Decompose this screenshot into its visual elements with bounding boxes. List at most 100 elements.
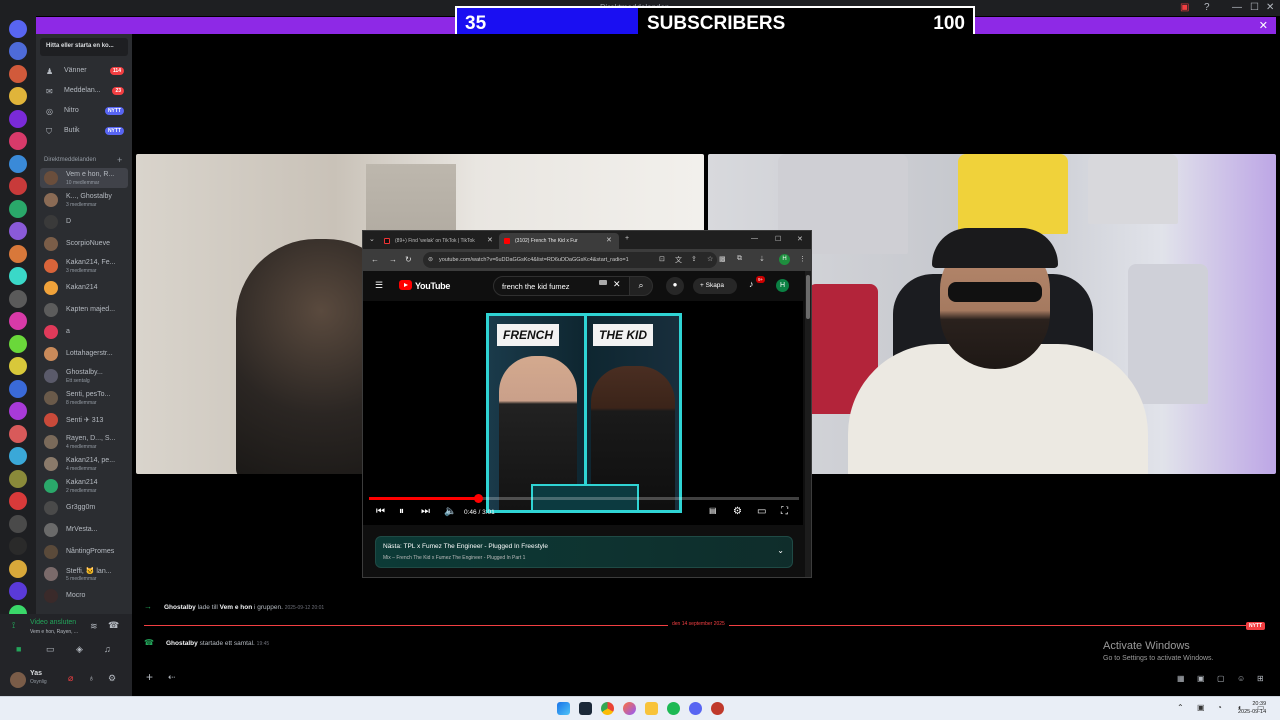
message-user[interactable]: Ghostalby <box>164 604 196 611</box>
pause-icon[interactable]: ⏸ <box>399 506 404 517</box>
share-icon[interactable]: ⇪ <box>691 255 697 263</box>
dm-list-item[interactable]: Kakan214, Fe... 3 medlemmar <box>40 256 128 276</box>
browser-tab-tiktok[interactable]: (89+) Find 'welak' on TikTok | TikTok <box>379 233 497 249</box>
back-icon[interactable]: ← <box>371 255 379 264</box>
server-icon[interactable] <box>9 447 27 465</box>
browser-tab-youtube[interactable]: (3102) French The Kid x Fur <box>499 233 619 249</box>
server-icon[interactable] <box>9 492 27 510</box>
voice-channel[interactable]: Vem e hon, Rayen, ... <box>30 629 78 635</box>
scrollbar-thumb[interactable] <box>806 275 810 319</box>
server-icon[interactable] <box>9 42 27 60</box>
hamburger-menu-icon[interactable]: ☰ <box>375 280 383 291</box>
banner-close-icon[interactable]: ✕ <box>1259 19 1268 32</box>
dm-list-item[interactable]: Steffi, 🐱 lan... 5 medlemmar <box>40 564 128 584</box>
system-clock[interactable]: 20:39 2025-09-14 <box>1238 700 1266 716</box>
sticker-icon[interactable]: ▢ <box>1217 674 1225 683</box>
avatar[interactable] <box>10 672 26 688</box>
dm-list-item[interactable]: Kakan214 2 medlemmar <box>40 476 128 496</box>
inbox-icon[interactable]: ▣ <box>1180 2 1189 13</box>
translate-icon[interactable]: 文 <box>675 255 682 265</box>
sidebar-nav-item[interactable]: ◎ Nitro NYTT <box>40 104 128 120</box>
message-target[interactable]: Vem e hon <box>220 604 253 611</box>
forward-icon[interactable]: → <box>389 255 397 264</box>
tray-app-icon[interactable]: ▣ <box>1197 703 1205 712</box>
settings-icon[interactable]: ⚙ <box>733 506 742 517</box>
screen-share-icon[interactable]: ▭ <box>46 644 55 655</box>
browser-profile-avatar[interactable]: H <box>779 254 790 265</box>
close-window-button[interactable]: ✕ <box>1266 2 1274 13</box>
headphones-icon[interactable]: ♁ <box>88 673 95 683</box>
sidebar-nav-item[interactable]: ⛉ Butik NYTT <box>40 124 128 140</box>
fullscreen-icon[interactable]: ⛶ <box>781 506 788 517</box>
server-icon[interactable] <box>9 537 27 555</box>
volume-icon[interactable]: 🔈 <box>444 506 456 517</box>
dm-list-item[interactable]: D <box>40 212 128 232</box>
file-explorer-icon[interactable] <box>645 702 658 715</box>
browser-window[interactable]: ⌄ (89+) Find 'welak' on TikTok | TikTok … <box>362 230 812 578</box>
server-icon[interactable] <box>9 132 27 150</box>
server-icon[interactable] <box>9 379 27 398</box>
tray-chevron-icon[interactable]: ⌃ <box>1177 703 1184 712</box>
search-icon[interactable]: ⌕ <box>629 276 653 296</box>
apps-icon[interactable]: ⊞ <box>1257 674 1264 683</box>
message-user[interactable]: Ghostalby <box>166 640 198 647</box>
video-player[interactable]: FRENCH THE KID ⏮ ⏸ ⏭ 🔈 0:46 / 3:01 ▤ ⚙ ▭… <box>363 301 803 525</box>
dm-list-item[interactable]: NåntingPromes <box>40 542 128 562</box>
next-icon[interactable]: ⏭ <box>421 506 430 517</box>
steam-icon[interactable] <box>579 702 592 715</box>
server-icon[interactable] <box>9 222 27 240</box>
server-icon[interactable] <box>9 559 27 578</box>
youtube-logo-text[interactable]: YouTube <box>415 281 450 291</box>
extension-icon[interactable]: ▩ <box>719 255 726 263</box>
dm-list-item[interactable]: Lottahagerstr... <box>40 344 128 364</box>
up-next-card[interactable]: Nästa: TPL x Fumez The Engineer - Plugge… <box>375 536 793 568</box>
dm-list-item[interactable]: Kakan214, pe... 4 medlemmar <box>40 454 128 474</box>
gif-icon[interactable]: ▣ <box>1197 674 1205 683</box>
dm-list-item[interactable]: Senti, pesTo... 8 medlemmar <box>40 388 128 408</box>
server-icon[interactable] <box>9 199 27 218</box>
create-button[interactable]: + Skapa <box>693 278 737 294</box>
sidebar-nav-item[interactable]: ✉ Meddelan... 23 <box>40 84 128 100</box>
downloads-icon[interactable]: ⇣ <box>759 255 765 263</box>
site-info-icon[interactable]: ⊜ <box>428 256 433 263</box>
dm-list-item[interactable]: ScorpioNueve <box>40 234 128 254</box>
sidebar-nav-item[interactable]: ♟ Vänner 114 <box>40 64 128 80</box>
chevron-down-icon[interactable]: ⌄ <box>777 546 784 555</box>
soundboard-icon[interactable]: ♫ <box>104 644 111 654</box>
previous-icon[interactable]: ⏮ <box>376 506 385 517</box>
theater-mode-icon[interactable]: ▭ <box>757 506 766 517</box>
signal-icon[interactable]: ⟟ <box>12 620 15 631</box>
server-icon[interactable] <box>9 312 27 330</box>
dm-list-item[interactable]: Kakan214 <box>40 278 128 298</box>
server-icon[interactable] <box>9 244 27 263</box>
server-icon[interactable] <box>9 87 27 105</box>
keyboard-icon[interactable] <box>599 280 607 285</box>
dm-list-item[interactable]: Mocro <box>40 586 128 606</box>
server-icon[interactable] <box>9 64 27 83</box>
reload-icon[interactable]: ↻ <box>405 255 412 264</box>
page-scrollbar[interactable] <box>805 271 811 577</box>
browser-menu-icon[interactable]: ⋮ <box>799 255 806 263</box>
extensions-puzzle-icon[interactable]: ⧉ <box>737 255 742 263</box>
server-icon[interactable] <box>9 402 27 420</box>
dm-list-item[interactable]: K..., Ghostalby 3 medlemmar <box>40 190 128 210</box>
obs-icon[interactable] <box>711 702 724 715</box>
server-icon[interactable] <box>9 582 27 600</box>
install-icon[interactable]: ⊡ <box>659 255 665 263</box>
microphone-icon[interactable]: ● <box>666 277 684 295</box>
maximize-button[interactable]: ☐ <box>1250 2 1259 13</box>
youtube-search-input[interactable]: french the kid fumez <box>493 276 633 296</box>
firefox-icon[interactable] <box>623 702 636 715</box>
server-icon[interactable] <box>9 154 27 173</box>
help-icon[interactable]: ? <box>1204 2 1210 13</box>
browser-minimize-button[interactable]: — <box>751 235 758 242</box>
network-icon[interactable]: ◔ <box>1217 703 1222 712</box>
start-windows-icon[interactable] <box>557 702 570 715</box>
minimize-button[interactable]: — <box>1232 2 1242 13</box>
server-icon[interactable] <box>9 334 27 353</box>
server-icon[interactable] <box>9 267 27 285</box>
server-icon[interactable] <box>9 424 27 443</box>
dm-list-item[interactable]: MrVesta... <box>40 520 128 540</box>
server-icon[interactable] <box>9 109 27 128</box>
dm-list-item[interactable]: Gr3gg0m <box>40 498 128 518</box>
